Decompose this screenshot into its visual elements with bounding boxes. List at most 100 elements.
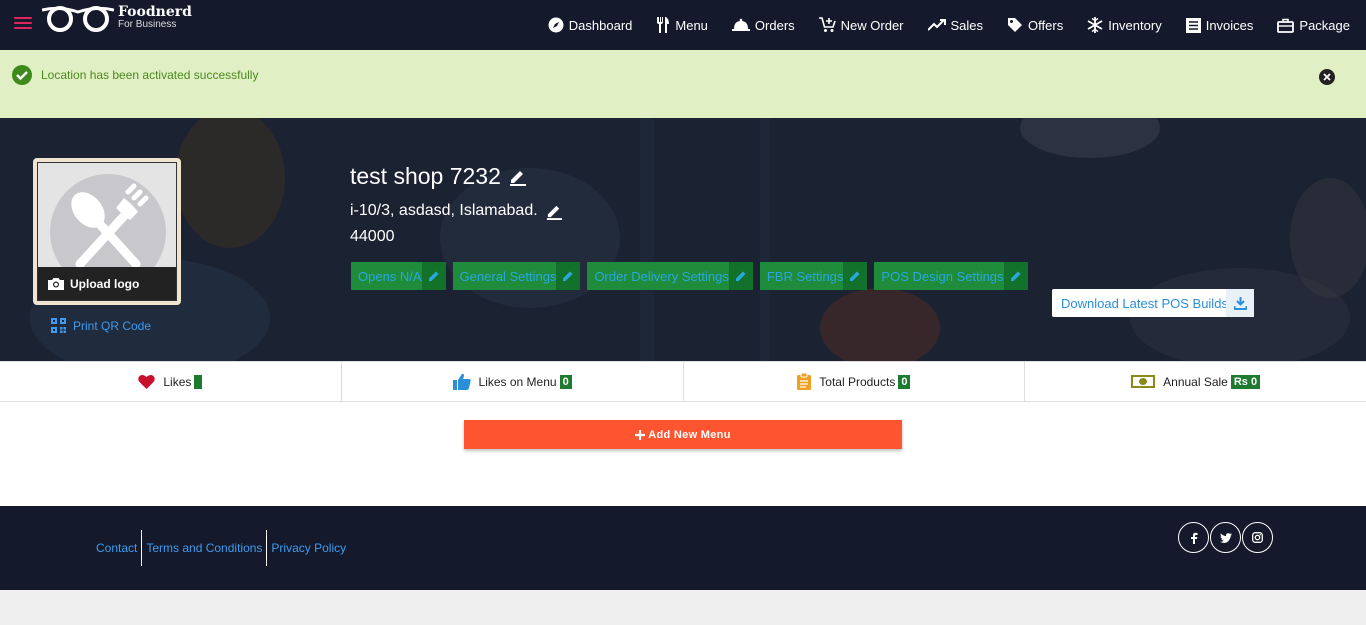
footer: Contact Terms and Conditions Privacy Pol…	[0, 506, 1366, 590]
pencil-icon	[735, 271, 746, 281]
edit-shop-name-button[interactable]	[509, 168, 527, 186]
instagram-icon	[1252, 532, 1263, 543]
invoice-icon	[1185, 17, 1201, 33]
upload-logo-label: Upload logo	[70, 276, 140, 291]
nav-sales-label: Sales	[950, 17, 984, 33]
money-bill-icon	[1131, 375, 1156, 388]
glasses-logo-icon	[42, 6, 114, 32]
opens-label: Opens N/A	[358, 268, 422, 284]
footer-terms-link[interactable]: Terms and Conditions	[142, 530, 266, 566]
general-settings-button[interactable]: General Settings	[452, 262, 581, 290]
pos-design-settings-label: POS Design Settings	[881, 268, 1004, 284]
brand-tagline: For Business	[118, 19, 177, 30]
pencil-icon	[546, 205, 562, 220]
check-circle-icon	[12, 65, 32, 85]
shop-header: Upload logo Print QR Code test shop 7232…	[0, 118, 1366, 361]
nav-offers-label: Offers	[1028, 17, 1064, 33]
nav-dashboard[interactable]: Dashboard	[548, 17, 633, 33]
pencil-icon	[1010, 271, 1021, 281]
stat-total-products-label: Total Products	[819, 374, 896, 389]
qr-code-icon	[51, 318, 66, 333]
nav-orders-label: Orders	[754, 17, 795, 33]
print-qr-link[interactable]: Print QR Code	[51, 318, 151, 333]
clipboard-icon	[797, 373, 812, 390]
fbr-settings-label: FBR Settings	[766, 268, 844, 284]
edit-address-button[interactable]	[546, 203, 563, 220]
close-icon[interactable]	[1319, 69, 1335, 85]
pencil-icon	[428, 271, 439, 281]
add-cart-icon	[818, 17, 836, 32]
package-icon	[1277, 18, 1295, 33]
nav-orders[interactable]: Orders	[731, 17, 795, 33]
shop-name: test shop 7232	[350, 163, 501, 189]
trending-up-icon	[927, 19, 946, 31]
stat-total-products: Total Products 0	[684, 362, 1026, 401]
alert-message: Location has been activated successfully	[41, 68, 259, 82]
stat-annual-sale: Annual Sale Rs 0	[1025, 362, 1366, 401]
nav-package[interactable]: Package	[1277, 18, 1350, 33]
cloche-icon	[731, 18, 750, 31]
footer-privacy-link[interactable]: Privacy Policy	[267, 530, 350, 566]
shop-name-row: test shop 7232	[350, 163, 527, 190]
compass-icon	[548, 17, 564, 33]
tag-icon	[1008, 18, 1023, 32]
main-nav: Dashboard Menu Orders New Order Sales Of…	[548, 0, 1366, 50]
upload-logo-button[interactable]: Upload logo	[38, 267, 176, 300]
stat-likes-count	[194, 374, 203, 389]
nav-sales[interactable]: Sales	[927, 17, 984, 33]
nav-inventory[interactable]: Inventory	[1087, 17, 1162, 33]
add-new-menu-button[interactable]: Add New Menu	[464, 420, 902, 449]
stat-annual-sale-label: Annual Sale	[1163, 374, 1228, 389]
stat-annual-sale-value: Rs 0	[1230, 374, 1261, 389]
food-background-image	[0, 118, 1366, 361]
stat-total-products-count: 0	[898, 374, 911, 389]
stats-bar: Likes Likes on Menu 0 Total Products 0 A…	[0, 361, 1366, 402]
nav-offers[interactable]: Offers	[1007, 17, 1063, 33]
nav-invoices-label: Invoices	[1205, 17, 1254, 33]
add-new-menu-label: Add New Menu	[648, 428, 731, 441]
brand-logo[interactable]: Foodnerd For Business	[42, 4, 192, 34]
download-icon	[1233, 296, 1247, 310]
instagram-link[interactable]	[1242, 522, 1273, 553]
footer-links: Contact Terms and Conditions Privacy Pol…	[96, 530, 350, 566]
nav-new-order-label: New Order	[840, 17, 904, 33]
hamburger-menu-icon[interactable]	[14, 17, 32, 31]
brand-name: Foodnerd	[118, 4, 192, 20]
shop-address: i-10/3, asdasd, Islamabad.	[350, 202, 538, 219]
nav-package-label: Package	[1299, 17, 1350, 33]
pencil-icon	[509, 170, 526, 186]
heart-icon	[138, 374, 156, 389]
nav-menu-label: Menu	[675, 17, 708, 33]
print-qr-label: Print QR Code	[73, 318, 152, 333]
download-pos-builds-button[interactable]: Download Latest POS Builds	[1052, 289, 1254, 317]
twitter-icon	[1219, 532, 1232, 543]
nav-dashboard-label: Dashboard	[568, 17, 633, 33]
pencil-icon	[850, 271, 860, 281]
stat-menu-likes: Likes on Menu 0	[342, 362, 684, 401]
camera-icon	[48, 278, 64, 290]
opens-button[interactable]: Opens N/A	[351, 262, 446, 290]
shop-logo: Upload logo	[37, 162, 177, 301]
stat-menu-likes-count: 0	[559, 374, 572, 389]
fbr-settings-button[interactable]: FBR Settings	[759, 262, 868, 290]
nav-new-order[interactable]: New Order	[818, 17, 904, 33]
facebook-icon	[1190, 532, 1197, 544]
download-pos-builds-label: Download Latest POS Builds	[1061, 295, 1228, 311]
snowflake-icon	[1087, 17, 1103, 33]
stat-likes: Likes	[0, 362, 342, 401]
order-delivery-settings-button[interactable]: Order Delivery Settings	[587, 262, 753, 290]
pos-design-settings-button[interactable]: POS Design Settings	[874, 262, 1028, 290]
general-settings-label: General Settings	[459, 268, 557, 284]
twitter-link[interactable]	[1210, 522, 1241, 553]
nav-inventory-label: Inventory	[1108, 17, 1162, 33]
facebook-link[interactable]	[1178, 522, 1209, 553]
success-alert: Location has been activated successfully	[0, 50, 1366, 118]
footer-contact-link[interactable]: Contact	[96, 530, 141, 566]
nav-invoices[interactable]: Invoices	[1185, 17, 1254, 33]
stat-menu-likes-label: Likes on Menu	[478, 374, 557, 389]
social-links	[1178, 522, 1274, 553]
nav-menu[interactable]: Menu	[656, 17, 708, 33]
utensils-icon	[657, 17, 670, 33]
shop-address-row: i-10/3, asdasd, Islamabad.	[350, 202, 563, 220]
shop-logo-frame: Upload logo	[33, 158, 181, 305]
